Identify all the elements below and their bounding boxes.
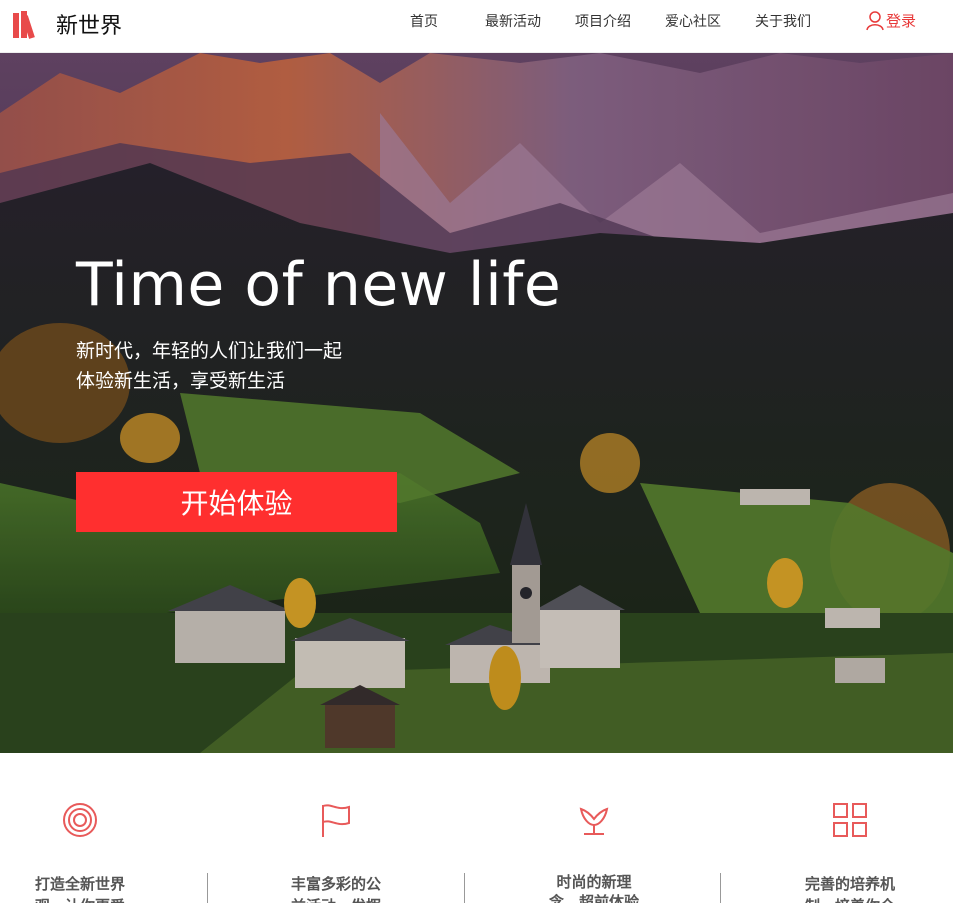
features-section: 打造全新世界 观，让你更爱 丰富多彩的公 益活动，发挥 时尚的新理 念，超前体验… [0, 753, 953, 903]
flower-icon [579, 807, 609, 835]
user-icon [866, 10, 884, 30]
grid-icon [833, 803, 867, 837]
feature-text-line1: 完善的培养机 [804, 875, 895, 893]
divider [720, 873, 721, 903]
divider [207, 873, 208, 903]
logo-text: 新世界 [56, 14, 123, 39]
hero-subtitle-line1: 新时代，年轻的人们让我们一起 [76, 340, 343, 362]
top-header: 新世界 首页 最新活动 项目介绍 爱心社区 关于我们 登录 [0, 0, 953, 53]
feature-item[interactable]: 丰富多彩的公 益活动，发挥 [236, 753, 436, 903]
hero-landscape-image [0, 53, 953, 753]
flag-icon [322, 804, 350, 837]
feature-text-line2: 制，培养你全 [750, 895, 950, 903]
hero-banner: Time of new life 新时代，年轻的人们让我们一起 体验新生活，享受… [0, 53, 953, 753]
feature-text-line1: 时尚的新理 [556, 873, 632, 891]
nav-projects[interactable]: 项目介绍 [575, 11, 631, 31]
feature-text-line2: 益活动，发挥 [236, 895, 436, 903]
hero-title: Time of new life [76, 250, 562, 320]
nav-community[interactable]: 爱心社区 [665, 11, 721, 31]
nav-home[interactable]: 首页 [410, 11, 438, 31]
nav-latest-events[interactable]: 最新活动 [485, 11, 541, 31]
logo[interactable]: 新世界 [12, 8, 122, 40]
feature-text-line1: 打造全新世界 [34, 875, 125, 893]
feature-item[interactable]: 时尚的新理 念，超前体验 [494, 753, 694, 903]
start-experience-button[interactable]: 开始体验 [76, 472, 397, 532]
feature-item[interactable]: 完善的培养机 制，培养你全 [750, 753, 950, 903]
feature-item[interactable]: 打造全新世界 观，让你更爱 [0, 753, 180, 903]
feature-text-line1: 丰富多彩的公 [290, 875, 381, 893]
target-icon [63, 803, 97, 837]
nav-about[interactable]: 关于我们 [755, 11, 811, 31]
hero-subtitle-line2: 体验新生活，享受新生活 [76, 370, 286, 392]
divider [464, 873, 465, 903]
login-label: 登录 [886, 12, 917, 30]
login-button[interactable]: 登录 [866, 10, 916, 31]
feature-text-line2: 观，让你更爱 [0, 895, 180, 903]
books-logo-icon [13, 11, 35, 39]
feature-text-line2: 念，超前体验 [548, 893, 639, 903]
